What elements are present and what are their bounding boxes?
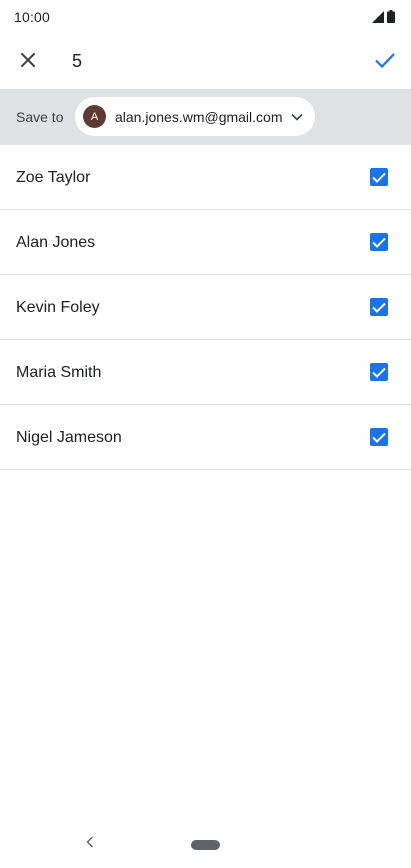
account-email: alan.jones.wm@gmail.com xyxy=(115,108,283,125)
battery-icon xyxy=(387,10,395,28)
contact-checkbox[interactable] xyxy=(370,168,388,186)
navigation-bar xyxy=(0,826,411,868)
contact-checkbox[interactable] xyxy=(370,363,388,381)
status-bar: 10:00 xyxy=(0,0,411,34)
contact-name: Kevin Foley xyxy=(16,299,100,316)
close-button[interactable] xyxy=(10,44,46,80)
close-icon xyxy=(20,52,36,72)
app-bar: 5 xyxy=(0,34,411,90)
contact-name: Alan Jones xyxy=(16,234,96,251)
back-chevron-icon xyxy=(86,835,94,853)
contact-row[interactable]: Zoe Taylor xyxy=(0,145,411,210)
done-button[interactable] xyxy=(367,44,403,80)
selected-count: 5 xyxy=(72,51,83,71)
contact-name: Nigel Jameson xyxy=(16,429,122,446)
contact-row[interactable]: Alan Jones xyxy=(0,210,411,275)
contact-name: Zoe Taylor xyxy=(16,169,91,186)
contact-list: Zoe Taylor Alan Jones Kevin Foley Maria … xyxy=(0,145,411,470)
contact-checkbox[interactable] xyxy=(370,233,388,251)
contact-checkbox[interactable] xyxy=(370,298,388,316)
home-pill-icon[interactable] xyxy=(191,840,220,850)
chevron-down-icon xyxy=(290,113,303,121)
account-selector[interactable]: A alan.jones.wm@gmail.com xyxy=(75,97,315,136)
check-icon xyxy=(375,52,395,73)
status-icons xyxy=(372,10,395,28)
contact-checkbox[interactable] xyxy=(370,428,388,446)
status-time: 10:00 xyxy=(14,9,51,25)
contact-row[interactable]: Kevin Foley xyxy=(0,275,411,340)
contact-row[interactable]: Nigel Jameson xyxy=(0,405,411,470)
save-to-label: Save to xyxy=(16,109,64,125)
signal-icon xyxy=(372,10,384,28)
avatar: A xyxy=(83,105,106,128)
back-button[interactable] xyxy=(82,835,98,853)
save-to-bar: Save to A alan.jones.wm@gmail.com xyxy=(0,89,411,145)
contact-row[interactable]: Maria Smith xyxy=(0,340,411,405)
contact-name: Maria Smith xyxy=(16,364,102,381)
